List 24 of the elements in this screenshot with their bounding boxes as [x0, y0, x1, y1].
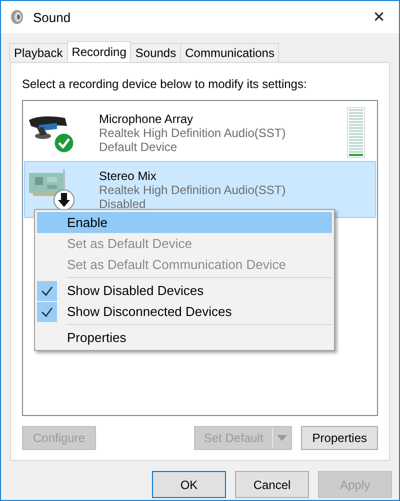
device-driver: Realtek High Definition Audio(SST) — [99, 126, 287, 140]
tab[interactable]: Playback — [9, 43, 68, 62]
tab[interactable]: Communications — [180, 43, 280, 62]
menu-item[interactable]: Show Disconnected Devices — [37, 301, 332, 322]
tab[interactable]: Recording — [66, 41, 132, 62]
window-title: Sound — [33, 10, 72, 24]
down-arrow-badge-icon — [53, 188, 75, 210]
device-status: Default Device — [99, 140, 178, 154]
circuit-board-icon — [29, 168, 65, 196]
menu-item[interactable]: Properties — [37, 327, 332, 348]
instruction-text: Select a recording device below to modify its settings: — [22, 77, 308, 91]
speaker-icon — [9, 9, 25, 25]
device-status: Disabled — [99, 196, 147, 210]
dialog-button[interactable]: Cancel — [235, 471, 309, 498]
caret-icon — [277, 435, 288, 441]
dialog-button[interactable]: OK — [152, 471, 226, 498]
properties-button[interactable]: Properties — [301, 426, 378, 450]
menu-item[interactable]: Enable — [37, 212, 332, 233]
close-button[interactable]: ✕ — [359, 1, 399, 33]
menu-item[interactable]: Show Disabled Devices — [37, 280, 332, 301]
device-driver: Realtek High Definition Audio(SST) — [99, 182, 287, 196]
device-name: Microphone Array — [99, 112, 194, 126]
device-row[interactable]: Microphone Array Realtek High Definition Audio(SST) Default Device — [24, 104, 376, 161]
device-name: Stereo Mix — [99, 168, 158, 182]
